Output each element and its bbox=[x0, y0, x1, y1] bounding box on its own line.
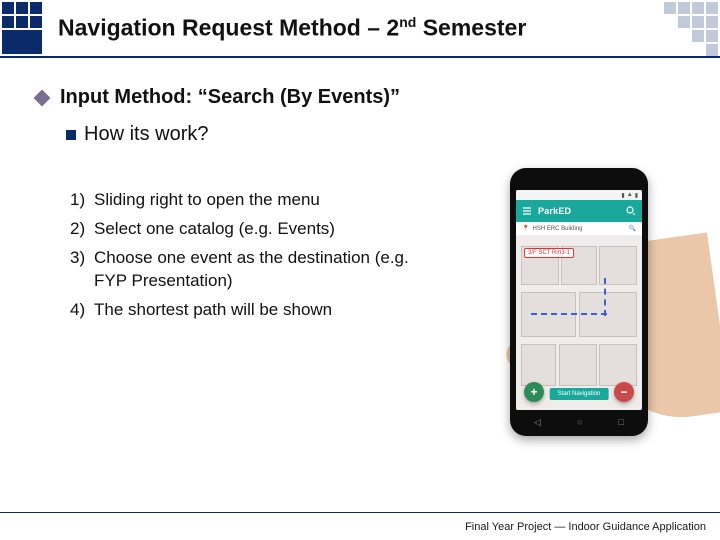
square-bullet-icon bbox=[66, 130, 76, 140]
step-item: 1) Sliding right to open the menu bbox=[70, 186, 436, 215]
phone-frame: ▮ ▲ ▮ ParkED 📍 HSH ERC Building � bbox=[510, 168, 648, 436]
step-number: 4) bbox=[70, 299, 94, 322]
phone-screen: ▮ ▲ ▮ ParkED 📍 HSH ERC Building � bbox=[516, 190, 642, 410]
search-icon[interactable] bbox=[626, 206, 636, 216]
header-decor-left bbox=[2, 2, 56, 56]
title-prefix: Navigation Request Method – 2 bbox=[58, 15, 399, 41]
header-decor-right bbox=[632, 2, 718, 56]
zoom-out-button[interactable]: − bbox=[614, 382, 634, 402]
steps-list: 1) Sliding right to open the menu 2) Sel… bbox=[36, 146, 436, 325]
status-bar: ▮ ▲ ▮ bbox=[516, 190, 642, 200]
slide-header: Navigation Request Method – 2nd Semester bbox=[0, 0, 720, 64]
bullet-input-method: Input Method: “Search (By Events)” bbox=[36, 86, 700, 115]
destination-pin-label[interactable]: 3/F SCT Rm3-1 bbox=[524, 248, 574, 258]
search-bar-text: HSH ERC Building bbox=[532, 226, 582, 232]
step-item: 4) The shortest path will be shown bbox=[70, 296, 436, 325]
menu-icon[interactable] bbox=[522, 206, 532, 216]
map-pin-icon: 📍 bbox=[522, 225, 529, 232]
title-suffix: Semester bbox=[416, 15, 526, 41]
app-title: ParkED bbox=[538, 206, 620, 216]
step-number: 1) bbox=[70, 189, 94, 212]
step-number: 2) bbox=[70, 218, 94, 241]
bullet-how-it-works: How its work? bbox=[36, 115, 700, 146]
slide: Navigation Request Method – 2nd Semester… bbox=[0, 0, 720, 540]
battery-icon: ▮ bbox=[635, 192, 638, 199]
step-text: The shortest path will be shown bbox=[94, 299, 332, 322]
signal-icon: ▮ bbox=[621, 192, 624, 199]
diamond-bullet-icon bbox=[34, 89, 51, 106]
step-item: 2) Select one catalog (e.g. Events) bbox=[70, 215, 436, 244]
how-it-works-text: How its work? bbox=[84, 123, 208, 146]
zoom-in-button[interactable]: + bbox=[524, 382, 544, 402]
footer-text: Final Year Project — Indoor Guidance App… bbox=[465, 521, 706, 533]
step-text: Sliding right to open the menu bbox=[94, 189, 320, 212]
android-nav-bar: ◁ ○ □ bbox=[516, 414, 642, 430]
home-icon[interactable]: ○ bbox=[577, 417, 582, 427]
header-underline bbox=[0, 56, 720, 58]
location-search-bar[interactable]: 📍 HSH ERC Building 🔍 bbox=[516, 222, 642, 236]
title-sup: nd bbox=[399, 14, 416, 30]
back-icon[interactable]: ◁ bbox=[534, 417, 541, 428]
recent-icon[interactable]: □ bbox=[619, 417, 624, 427]
map-area[interactable]: 3/F SCT Rm3-1 + − Start Navigation bbox=[516, 236, 642, 410]
slide-title: Navigation Request Method – 2nd Semester bbox=[58, 14, 526, 42]
start-navigation-button[interactable]: Start Navigation bbox=[550, 388, 609, 400]
step-text: Select one catalog (e.g. Events) bbox=[94, 218, 335, 241]
input-method-text: Input Method: “Search (By Events)” bbox=[60, 86, 400, 109]
step-item: 3) Choose one event as the destination (… bbox=[70, 244, 436, 296]
step-text: Choose one event as the destination (e.g… bbox=[94, 247, 436, 293]
wifi-icon: ▲ bbox=[627, 192, 633, 198]
slide-footer: Final Year Project — Indoor Guidance App… bbox=[0, 512, 720, 540]
search-icon-small[interactable]: 🔍 bbox=[629, 225, 636, 232]
app-bar: ParkED bbox=[516, 200, 642, 222]
step-number: 3) bbox=[70, 247, 94, 293]
phone-in-hand-graphic: ▮ ▲ ▮ ParkED 📍 HSH ERC Building � bbox=[474, 160, 720, 460]
